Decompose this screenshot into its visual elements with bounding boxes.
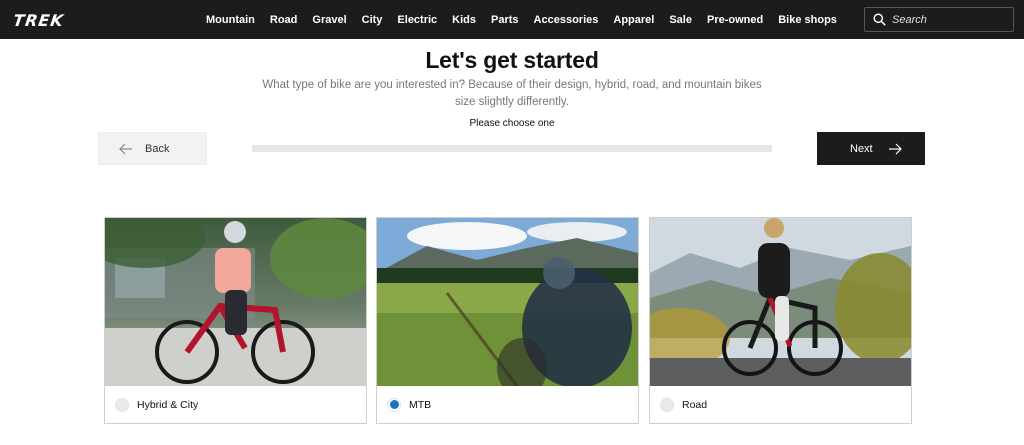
mountain-bike-photo: [377, 218, 638, 386]
road-bike-photo: [650, 218, 911, 386]
page-title: Let's get started: [425, 47, 599, 73]
option-footer: MTB: [377, 386, 638, 423]
option-label-road: Road: [682, 398, 708, 411]
search-placeholder: Search: [892, 13, 927, 26]
option-label-hybrid-city: Hybrid & City: [137, 398, 199, 411]
progress-bar: [252, 145, 772, 152]
nav-item-bike-shops[interactable]: Bike shops: [778, 14, 837, 26]
option-footer: Hybrid & City: [105, 386, 366, 423]
option-footer: Road: [650, 386, 911, 423]
radio-selected-dot: [389, 400, 399, 409]
radio-hybrid-city[interactable]: [115, 397, 129, 412]
nav-item-accessories[interactable]: Accessories: [534, 14, 599, 26]
nav-item-city[interactable]: City: [362, 14, 383, 26]
option-card-hybrid-city[interactable]: Hybrid & City: [104, 217, 367, 424]
trek-logo[interactable]: TREK: [12, 11, 65, 30]
back-button[interactable]: Back: [98, 132, 207, 165]
nav-item-kids[interactable]: Kids: [452, 14, 476, 26]
nav-item-road[interactable]: Road: [270, 14, 298, 26]
top-navigation-bar: TREK Mountain Road Gravel City Electric …: [0, 0, 1024, 39]
option-card-road[interactable]: Road: [649, 217, 912, 424]
next-button[interactable]: Next: [817, 132, 925, 165]
option-label-mtb: MTB: [409, 398, 432, 411]
nav-item-parts[interactable]: Parts: [491, 14, 519, 26]
arrow-right-icon: [888, 143, 902, 154]
radio-road[interactable]: [660, 397, 674, 412]
nav-item-pre-owned[interactable]: Pre-owned: [707, 14, 763, 26]
main-nav: Mountain Road Gravel City Electric Kids …: [206, 0, 852, 39]
nav-item-apparel[interactable]: Apparel: [613, 14, 654, 26]
nav-item-mountain[interactable]: Mountain: [206, 14, 255, 26]
arrow-left-icon: [119, 143, 132, 154]
search-icon: [873, 13, 886, 26]
option-card-mtb[interactable]: MTB: [376, 217, 639, 424]
next-button-label: Next: [850, 142, 873, 155]
back-button-label: Back: [145, 142, 170, 155]
page-subtitle: What type of bike are you interested in?…: [262, 79, 762, 108]
choose-instruction: Please choose one: [469, 118, 555, 129]
nav-item-electric[interactable]: Electric: [397, 14, 437, 26]
hybrid-city-bike-photo: [105, 218, 366, 386]
radio-mtb[interactable]: [387, 397, 401, 412]
nav-item-sale[interactable]: Sale: [669, 14, 692, 26]
nav-item-gravel[interactable]: Gravel: [312, 14, 346, 26]
search-input[interactable]: Search: [864, 7, 1014, 32]
